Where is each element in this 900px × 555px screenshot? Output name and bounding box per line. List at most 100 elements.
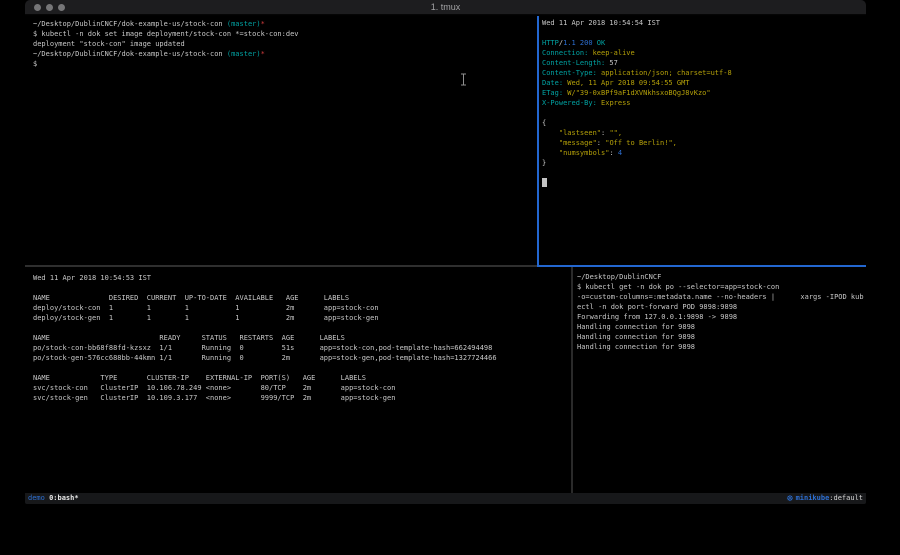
terminal-text: (master) <box>227 50 261 58</box>
terminal-text: X-Powered-By: <box>542 99 597 107</box>
terminal-line: NAME TYPE CLUSTER-IP EXTERNAL-IP PORT(S)… <box>33 373 571 383</box>
pane-top-left-shell[interactable]: ~/Desktop/DublinCNCF/dok-example-us/stoc… <box>25 16 537 265</box>
terminal-text: (master) <box>227 20 261 28</box>
terminal-line: po/stock-con-bb68f88fd-kzsxz 1/1 Running… <box>33 343 571 353</box>
terminal-text: ectl -n dok port-forward POD 9898:9898 <box>577 303 737 311</box>
terminal-text: deploy/stock-gen 1 1 1 1 2m app=stock-ge… <box>33 314 379 322</box>
terminal-text: $ kubectl get -n dok po --selector=app=s… <box>577 283 779 291</box>
terminal-text: deployment "stock-con" image updated <box>33 40 185 48</box>
terminal-window: 1. tmux ~/Desktop/DublinCNCF/dok-example… <box>25 0 866 504</box>
terminal-text: "", <box>609 129 622 137</box>
window-title: 1. tmux <box>25 2 866 12</box>
terminal-text: svc/stock-gen ClusterIP 10.109.3.177 <no… <box>33 394 395 402</box>
terminal-text: "numsymbols" <box>542 149 609 157</box>
terminal-line: svc/stock-con ClusterIP 10.106.78.249 <n… <box>33 383 571 393</box>
block-cursor <box>542 178 547 187</box>
terminal-line <box>33 323 571 333</box>
terminal-line: deployment "stock-con" image updated <box>33 39 537 49</box>
terminal-text: ~/Desktop/DublinCNCF/dok-example-us/stoc… <box>33 50 227 58</box>
terminal-text: : <box>597 139 605 147</box>
terminal-line: ~/Desktop/DublinCNCF/dok-example-us/stoc… <box>33 19 537 29</box>
status-left: demo 0:bash* <box>28 493 79 504</box>
pane-bottom-left-kubectl-watch[interactable]: Wed 11 Apr 2018 10:54:53 IST NAME DESIRED… <box>25 267 571 493</box>
terminal-line: deploy/stock-con 1 1 1 1 2m app=stock-co… <box>33 303 571 313</box>
zoom-button[interactable] <box>58 4 65 11</box>
terminal-line: -o=custom-columns=:metadata.name --no-he… <box>577 292 866 302</box>
terminal-line: Handling connection for 9898 <box>577 322 866 332</box>
terminal-text: NAME DESIRED CURRENT UP-TO-DATE AVAILABL… <box>33 294 349 302</box>
terminal-text: Wed 11 Apr 2018 10:54:54 IST <box>542 19 660 27</box>
terminal-text: Content-Length: <box>542 59 605 67</box>
kube-namespace: :default <box>829 493 863 504</box>
terminal-line: svc/stock-gen ClusterIP 10.109.3.177 <no… <box>33 393 571 403</box>
terminal-line: "message": "Off to Berlin!", <box>542 138 866 148</box>
minimize-button[interactable] <box>46 4 53 11</box>
terminal-text: Forwarding from 127.0.0.1:9898 -> 9898 <box>577 313 737 321</box>
terminal-text: ETag: <box>542 89 563 97</box>
terminal-line <box>542 28 866 38</box>
terminal-text: Express <box>597 99 631 107</box>
window-tab[interactable]: 0:bash* <box>49 493 79 504</box>
terminal-text: keep-alive <box>588 49 634 57</box>
terminal-text: 4 <box>618 149 622 157</box>
terminal-text: Handling connection for 9898 <box>577 323 695 331</box>
terminal-line: $ kubectl get -n dok po --selector=app=s… <box>577 282 866 292</box>
terminal-line <box>33 363 571 373</box>
terminal-text: deploy/stock-con 1 1 1 1 2m app=stock-co… <box>33 304 379 312</box>
terminal-text: * <box>261 20 265 28</box>
terminal-text: * <box>261 50 265 58</box>
terminal-line: Wed 11 Apr 2018 10:54:53 IST <box>33 273 571 283</box>
tmux-status-bar: demo 0:bash* ☸ minikube :default <box>25 493 866 504</box>
terminal-line <box>33 283 571 293</box>
terminal-text: "message" <box>542 139 597 147</box>
terminal-line <box>542 178 866 188</box>
terminal-text: po/stock-con-bb68f88fd-kzsxz 1/1 Running… <box>33 344 492 352</box>
terminal-line: X-Powered-By: Express <box>542 98 866 108</box>
terminal-text: Date: <box>542 79 563 87</box>
terminal-text: po/stock-gen-576cc688bb-44kmn 1/1 Runnin… <box>33 354 497 362</box>
terminal-line: Connection: keep-alive <box>542 48 866 58</box>
terminal-text: svc/stock-con ClusterIP 10.106.78.249 <n… <box>33 384 395 392</box>
terminal-text: Wed, 11 Apr 2018 09:54:55 GMT <box>563 79 689 87</box>
session-name: demo <box>28 493 45 504</box>
terminal-line: Content-Type: application/json; charset=… <box>542 68 866 78</box>
terminal-text: $ kubectl -n dok set image deployment/st… <box>33 30 299 38</box>
terminal-text: Handling connection for 9898 <box>577 343 695 351</box>
terminal-text: "Off to Berlin!", <box>605 139 677 147</box>
terminal-line: Content-Length: 57 <box>542 58 866 68</box>
terminal-line: Wed 11 Apr 2018 10:54:54 IST <box>542 18 866 28</box>
terminal-text: ~/Desktop/DublinCNCF <box>577 273 661 281</box>
terminal-text: application/json; charset=utf-8 <box>597 69 732 77</box>
terminal-text: -o=custom-columns=:metadata.name --no-he… <box>577 293 864 301</box>
terminal-line: ~/Desktop/DublinCNCF/dok-example-us/stoc… <box>33 49 537 59</box>
terminal-text: 57 <box>605 59 618 67</box>
terminal-text: ~/Desktop/DublinCNCF/dok-example-us/stoc… <box>33 20 227 28</box>
terminal-line: Date: Wed, 11 Apr 2018 09:54:55 GMT <box>542 78 866 88</box>
terminal-line: Handling connection for 9898 <box>577 342 866 352</box>
status-right: ☸ minikube :default <box>786 493 863 504</box>
terminal-line: Forwarding from 127.0.0.1:9898 -> 9898 <box>577 312 866 322</box>
terminal-text: Handling connection for 9898 <box>577 333 695 341</box>
terminal-line: { <box>542 118 866 128</box>
close-button[interactable] <box>34 4 41 11</box>
kubernetes-helm-icon: ☸ <box>786 493 793 504</box>
pane-top-right-http-response[interactable]: Wed 11 Apr 2018 10:54:54 IST HTTP/1.1 200… <box>539 16 866 265</box>
tmux-panes: ~/Desktop/DublinCNCF/dok-example-us/stoc… <box>25 16 866 493</box>
terminal-text: } <box>542 159 546 167</box>
terminal-line <box>542 168 866 178</box>
terminal-text: Connection: <box>542 49 588 57</box>
window-titlebar: 1. tmux <box>25 0 866 15</box>
terminal-text: 1.1 200 <box>563 39 593 47</box>
mouse-ibeam-cursor <box>460 73 467 86</box>
terminal-text: $ <box>33 60 37 68</box>
pane-bottom-right-port-forward[interactable]: ~/Desktop/DublinCNCF $ kubectl get -n dok… <box>573 267 866 493</box>
terminal-line: $ kubectl -n dok set image deployment/st… <box>33 29 537 39</box>
terminal-text: W/"39-0xBPf9aF1dXVNkhsxoBQgJ8vKzo" <box>563 89 711 97</box>
terminal-line: HTTP/1.1 200 OK <box>542 38 866 48</box>
terminal-text: Wed 11 Apr 2018 10:54:53 IST <box>33 274 151 282</box>
terminal-line: "numsymbols": 4 <box>542 148 866 158</box>
terminal-text: OK <box>593 39 606 47</box>
terminal-line: ectl -n dok port-forward POD 9898:9898 <box>577 302 866 312</box>
terminal-line: deploy/stock-gen 1 1 1 1 2m app=stock-ge… <box>33 313 571 323</box>
terminal-line: po/stock-gen-576cc688bb-44kmn 1/1 Runnin… <box>33 353 571 363</box>
